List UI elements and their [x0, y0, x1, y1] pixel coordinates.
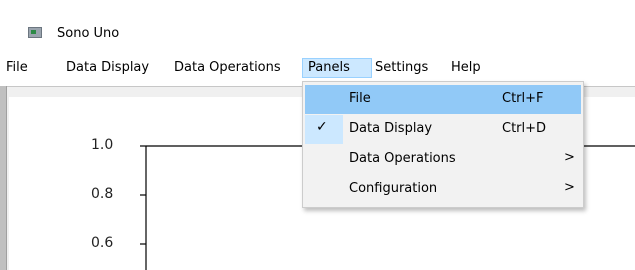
- menu-item-label: File: [349, 91, 371, 106]
- y-tick-label: 0.8: [91, 186, 114, 202]
- menu-item-label: Data Display: [349, 121, 433, 136]
- menu-item-label: Data Operations: [349, 151, 456, 166]
- panels-menu-item-data-display[interactable]: ✓ Data Display Ctrl+D: [305, 115, 581, 144]
- y-tick-label: 1.0: [91, 137, 114, 153]
- y-tick-label: 0.6: [91, 235, 114, 251]
- submenu-arrow-icon: >: [564, 150, 575, 165]
- submenu-arrow-icon: >: [564, 180, 575, 195]
- checkmark-icon: ✓: [316, 119, 328, 135]
- panels-menu-item-data-operations[interactable]: Data Operations >: [305, 145, 581, 174]
- panels-menu-item-configuration[interactable]: Configuration >: [305, 175, 581, 204]
- panels-menu-item-file[interactable]: File Ctrl+F: [305, 85, 581, 114]
- menu-item-shortcut: Ctrl+F: [502, 91, 544, 106]
- menu-item-shortcut: Ctrl+D: [502, 121, 547, 136]
- panels-dropdown-menu: File Ctrl+F ✓ Data Display Ctrl+D Data O…: [302, 81, 584, 208]
- check-gutter: ✓: [305, 115, 343, 144]
- menu-item-label: Configuration: [349, 181, 438, 196]
